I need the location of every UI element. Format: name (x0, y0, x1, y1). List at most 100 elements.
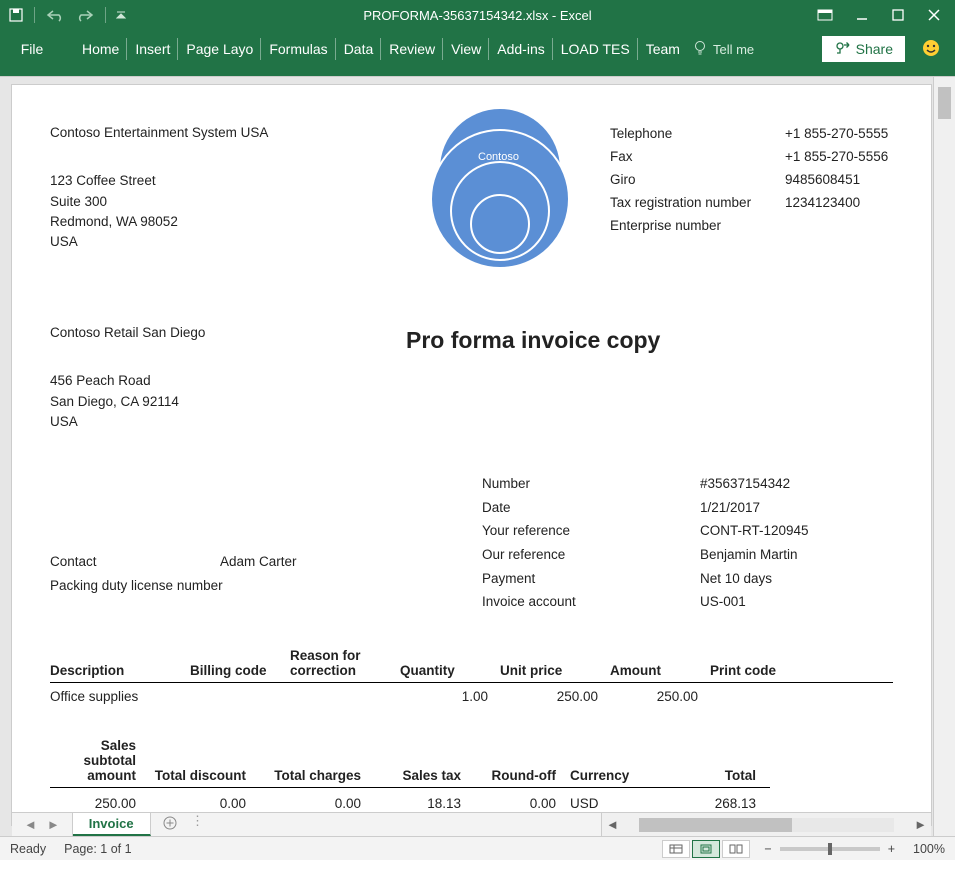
ribbon: File Home Insert Page Layo Formulas Data… (0, 30, 955, 76)
worksheet-page: Contoso Entertainment System USA 123 Cof… (12, 85, 931, 825)
sheet-nav-prev-icon[interactable]: ◄ (24, 817, 37, 832)
zoom-slider[interactable] (780, 847, 880, 851)
company-contacts: Telephone+1 855-270-5555 Fax+1 855-270-5… (610, 123, 893, 289)
redo-icon[interactable] (73, 8, 95, 22)
tab-insert[interactable]: Insert (127, 38, 178, 60)
file-tab[interactable]: File (4, 34, 60, 64)
col-reason: Reason for correction (290, 648, 400, 683)
col-unit: Unit price (500, 648, 610, 683)
quick-access-toolbar (4, 7, 126, 23)
smiley-icon[interactable] (921, 38, 941, 61)
th-currency: Currency (570, 738, 650, 788)
th-total: Total (650, 738, 770, 788)
sheet-tab-bar: ◄ ► Invoice ⋮ ◄ ► (12, 812, 931, 836)
customer-addr1: 456 Peach Road (50, 371, 390, 391)
col-amount: Amount (610, 648, 710, 683)
giro-value: 9485608451 (785, 169, 860, 192)
view-page-layout[interactable] (692, 840, 720, 858)
col-print: Print code (710, 648, 893, 683)
totals-table: Sales subtotal amount Total discount Tot… (50, 738, 893, 817)
tab-page-layout[interactable]: Page Layo (178, 38, 261, 60)
tab-team[interactable]: Team (638, 38, 687, 60)
hscroll-right-icon[interactable]: ► (910, 817, 931, 832)
inv-account-label: Invoice account (482, 590, 700, 614)
sheet-nav-next-icon[interactable]: ► (47, 817, 60, 832)
save-icon[interactable] (8, 7, 24, 23)
tab-split-handle[interactable]: ⋮ (189, 813, 209, 836)
cell-reason (290, 682, 400, 710)
hscroll-left-icon[interactable]: ◄ (602, 817, 623, 832)
status-page: Page: 1 of 1 (64, 842, 131, 856)
inv-payment-label: Payment (482, 567, 700, 591)
giro-label: Giro (610, 169, 785, 192)
sender-block: Contoso Entertainment System USA 123 Cof… (50, 123, 390, 289)
cell-billing (190, 682, 290, 710)
sender-addr1: 123 Coffee Street (50, 171, 390, 191)
inv-yourref-label: Your reference (482, 519, 700, 543)
horizontal-scrollbar[interactable]: ◄ ► (601, 813, 931, 836)
cell-print (710, 682, 893, 710)
document-title: Pro forma invoice copy (406, 327, 660, 432)
plus-icon (163, 816, 177, 833)
share-button[interactable]: Share (822, 36, 905, 62)
document-area: Contoso Entertainment System USA 123 Cof… (0, 76, 955, 836)
scroll-thumb[interactable] (938, 87, 951, 119)
th-charges: Total charges (260, 738, 375, 788)
th-tax: Sales tax (375, 738, 475, 788)
contact-value: Adam Carter (220, 550, 297, 574)
left-info-block: ContactAdam Carter Packing duty license … (50, 472, 450, 614)
hscroll-thumb[interactable] (639, 818, 792, 832)
tab-load-test[interactable]: LOAD TES (553, 38, 638, 60)
view-page-break[interactable] (722, 840, 750, 858)
ribbon-tabs: Home Insert Page Layo Formulas Data Revi… (74, 38, 687, 60)
customer-block: Contoso Retail San Diego 456 Peach Road … (50, 323, 390, 432)
th-discount: Total discount (150, 738, 260, 788)
col-qty: Quantity (400, 648, 500, 683)
ribbon-display-options-icon[interactable] (817, 9, 833, 21)
lightbulb-icon (693, 40, 707, 59)
col-billing: Billing code (190, 648, 290, 683)
zoom-level[interactable]: 100% (913, 842, 945, 856)
th-round: Round-off (475, 738, 570, 788)
tell-me-search[interactable]: Tell me (693, 40, 754, 59)
tab-home[interactable]: Home (74, 38, 127, 60)
sheet-tab-invoice[interactable]: Invoice (73, 813, 151, 836)
tab-review[interactable]: Review (381, 38, 443, 60)
fax-label: Fax (610, 146, 785, 169)
cell-unit: 250.00 (500, 682, 610, 710)
add-sheet-button[interactable] (151, 813, 189, 836)
minimize-icon[interactable] (855, 8, 869, 22)
cell-amount: 250.00 (610, 682, 710, 710)
inv-yourref-value: CONT-RT-120945 (700, 519, 809, 543)
close-icon[interactable] (927, 8, 941, 22)
sender-city: Redmond, WA 98052 (50, 212, 390, 232)
packing-label: Packing duty license number (50, 574, 310, 598)
zoom-controls: − + 100% (764, 842, 945, 856)
sender-addr2: Suite 300 (50, 192, 390, 212)
title-bar: PROFORMA-35637154342.xlsx - Excel (0, 0, 955, 30)
maximize-icon[interactable] (891, 8, 905, 22)
th-subtotal: Sales subtotal amount (50, 738, 150, 788)
status-bar: Ready Page: 1 of 1 − + 100% (0, 836, 955, 860)
sender-name: Contoso Entertainment System USA (50, 123, 390, 143)
zoom-in-button[interactable]: + (888, 842, 895, 856)
invoice-info-block: Number#35637154342 Date1/21/2017 Your re… (482, 472, 893, 614)
vertical-scrollbar[interactable] (933, 77, 955, 836)
inv-number-label: Number (482, 472, 700, 496)
qat-customize-icon[interactable] (116, 9, 126, 21)
zoom-out-button[interactable]: − (764, 842, 771, 856)
customer-country: USA (50, 412, 390, 432)
view-switcher (662, 840, 750, 858)
tab-formulas[interactable]: Formulas (261, 38, 335, 60)
col-description: Description (50, 648, 190, 683)
tab-addins[interactable]: Add-ins (489, 38, 552, 60)
inv-number-value: #35637154342 (700, 472, 790, 496)
cell-qty: 1.00 (400, 682, 500, 710)
inv-payment-value: Net 10 days (700, 567, 772, 591)
fax-value: +1 855-270-5556 (785, 146, 888, 169)
tab-view[interactable]: View (443, 38, 489, 60)
view-normal[interactable] (662, 840, 690, 858)
tax-value: 1234123400 (785, 192, 860, 215)
undo-icon[interactable] (45, 8, 67, 22)
tab-data[interactable]: Data (336, 38, 382, 60)
